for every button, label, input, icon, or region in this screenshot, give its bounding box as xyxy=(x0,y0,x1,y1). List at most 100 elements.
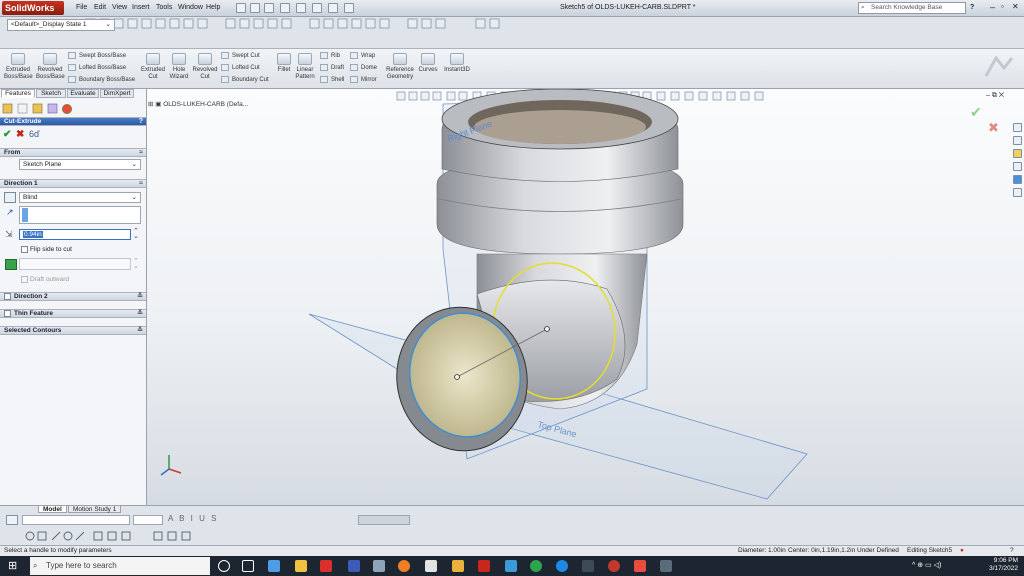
app-icon-11[interactable] xyxy=(556,560,568,572)
app-icon-1[interactable] xyxy=(268,560,280,572)
tab-features[interactable]: Features xyxy=(1,89,35,98)
revolved-cut-button[interactable]: Revolved Cut xyxy=(192,53,218,81)
depth-spinner[interactable]: ⌃ ⌄ xyxy=(133,228,139,240)
save-icon[interactable] xyxy=(264,3,274,13)
instant3d-button[interactable]: Instant3D xyxy=(443,53,471,74)
extrude-handle[interactable] xyxy=(454,374,460,380)
draft-outward-checkbox[interactable] xyxy=(21,276,28,283)
app-icon-9[interactable] xyxy=(505,560,517,572)
wrap-button[interactable]: Wrap xyxy=(350,52,375,60)
lofted-boss-button[interactable]: Lofted Boss/Base xyxy=(68,64,126,72)
draft-button[interactable]: Draft xyxy=(320,64,344,72)
detailed-preview-icon[interactable]: 6ď xyxy=(29,129,40,139)
selected-contours-section-header[interactable]: Selected Contours ≚ xyxy=(0,326,146,335)
tab-evaluate[interactable]: Evaluate xyxy=(67,89,99,98)
menu-file[interactable]: File xyxy=(76,4,87,11)
help-icon[interactable]: ? xyxy=(139,118,143,126)
help-icon[interactable]: ? xyxy=(970,4,974,11)
options-icon[interactable] xyxy=(344,3,354,13)
end-condition-select[interactable]: Blind ⌄ xyxy=(19,192,141,203)
print-icon[interactable] xyxy=(280,3,290,13)
open-icon[interactable] xyxy=(250,3,260,13)
select-icon[interactable] xyxy=(312,3,322,13)
revolved-boss-button[interactable]: Revolved Boss/Base xyxy=(36,53,65,81)
tab-model[interactable]: Model xyxy=(38,505,67,513)
swept-boss-button[interactable]: Swept Boss/Base xyxy=(68,52,126,60)
thin-feature-checkbox[interactable] xyxy=(4,310,11,317)
shell-button[interactable]: Shell xyxy=(320,76,344,84)
lofted-cut-button[interactable]: Lofted Cut xyxy=(221,64,260,72)
hole-wizard-button[interactable]: Hole Wizard xyxy=(167,53,191,81)
draft-angle-spinner[interactable]: ⌃ ⌄ xyxy=(133,258,139,270)
direction2-section-header[interactable]: Direction 2 ≚ xyxy=(0,292,146,301)
cortana-icon[interactable] xyxy=(218,560,230,572)
menu-edit[interactable]: Edit xyxy=(94,4,106,11)
extruded-cut-button[interactable]: Extruded Cut xyxy=(140,53,166,81)
linear-pattern-button[interactable]: Linear Pattern xyxy=(294,53,316,81)
new-document-icon[interactable] xyxy=(236,3,246,13)
dome-button[interactable]: Dome xyxy=(350,64,377,72)
windows-start-icon[interactable]: ⊞ xyxy=(8,560,17,572)
reference-geometry-button[interactable]: Reference Geometry xyxy=(384,53,416,81)
direction-selection-box[interactable] xyxy=(19,206,141,224)
restore-icon[interactable]: ▫ xyxy=(1001,2,1004,11)
menu-insert[interactable]: Insert xyxy=(132,4,150,11)
display-state-select[interactable]: <Default>_Display State 1 ⌄ xyxy=(7,19,115,31)
boundary-boss-button[interactable]: Boundary Boss/Base xyxy=(68,76,135,84)
from-section-header[interactable]: From ≈ xyxy=(0,148,146,157)
app-icon-7[interactable] xyxy=(452,560,464,572)
fillet-button[interactable]: Fillet xyxy=(275,53,293,74)
panel-toolbar-icons[interactable] xyxy=(2,103,74,114)
task-view-icon[interactable] xyxy=(242,560,254,572)
swept-cut-button[interactable]: Swept Cut xyxy=(221,52,260,60)
view-toolbar-icons[interactable] xyxy=(76,18,516,30)
tab-dimxpert[interactable]: DimXpert xyxy=(100,89,134,98)
app-icon-13[interactable] xyxy=(608,560,620,572)
from-select[interactable]: Sketch Plane ⌄ xyxy=(19,159,141,170)
sketch-tools-toolbar[interactable] xyxy=(4,530,204,542)
direction1-section-header[interactable]: Direction 1 ≈ xyxy=(0,179,146,188)
rebuild-status-icon[interactable]: ● xyxy=(960,546,964,556)
app-icon-4[interactable] xyxy=(373,560,385,572)
font-size-select[interactable] xyxy=(133,515,163,525)
app-icon-10[interactable] xyxy=(530,560,542,572)
part-model-view[interactable]: Right Plane Top Plane xyxy=(147,89,1024,505)
depth-input[interactable]: 0.94in xyxy=(19,229,131,240)
app-icon-3[interactable] xyxy=(348,560,360,572)
app-logo[interactable]: SolidWorks xyxy=(2,1,64,15)
extruded-boss-button[interactable]: Extruded Boss/Base xyxy=(4,53,33,81)
app-icon-12[interactable] xyxy=(582,560,594,572)
firefox-icon[interactable] xyxy=(398,560,410,572)
rebuild-icon[interactable] xyxy=(328,3,338,13)
boundary-cut-button[interactable]: Boundary Cut xyxy=(221,76,269,84)
style-select[interactable] xyxy=(358,515,410,525)
direction2-checkbox[interactable] xyxy=(4,293,11,300)
mirror-button[interactable]: Mirror xyxy=(350,76,377,84)
draft-toggle-icon[interactable] xyxy=(5,259,17,270)
reverse-direction-icon[interactable] xyxy=(4,192,16,203)
menu-help[interactable]: Help xyxy=(206,4,220,11)
file-explorer-icon[interactable] xyxy=(295,560,307,572)
minimize-icon[interactable]: – xyxy=(990,2,995,12)
format-toolbar-icon[interactable] xyxy=(6,515,18,525)
ok-check-icon[interactable]: ✔ xyxy=(3,129,11,140)
app-icon-6[interactable] xyxy=(425,560,437,572)
app-icon-14[interactable] xyxy=(634,560,646,572)
text-format-buttons[interactable]: A B I U S xyxy=(168,514,218,523)
curves-button[interactable]: Curves xyxy=(416,53,440,74)
tab-motion-study[interactable]: Motion Study 1 xyxy=(68,505,122,513)
sketch-center-point[interactable] xyxy=(544,326,550,332)
font-select[interactable] xyxy=(22,515,130,525)
search-input[interactable]: ⌕ Search Knowledge Base xyxy=(858,2,966,14)
draft-angle-input[interactable] xyxy=(19,258,131,270)
tray-icons[interactable]: ^ ⊕ ▭ ◁) xyxy=(912,561,941,569)
menu-window[interactable]: Window xyxy=(178,4,203,11)
thin-feature-section-header[interactable]: Thin Feature ≚ xyxy=(0,309,146,318)
undo-icon[interactable] xyxy=(296,3,306,13)
help-icon[interactable]: ? xyxy=(1010,546,1014,556)
taskbar-search[interactable]: ⌕ Type here to search xyxy=(30,557,210,575)
close-icon[interactable]: ✕ xyxy=(1012,2,1019,11)
menu-tools[interactable]: Tools xyxy=(156,4,172,11)
cancel-x-icon[interactable]: ✖ xyxy=(16,129,24,140)
app-icon-15[interactable] xyxy=(660,560,672,572)
